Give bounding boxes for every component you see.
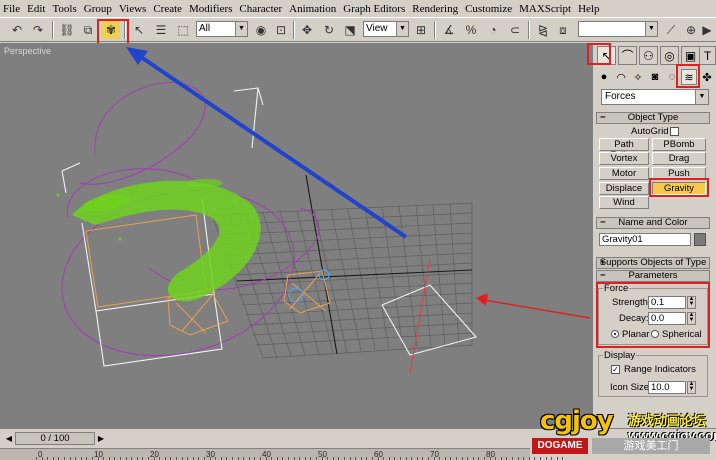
chevron-down-icon: ▼	[235, 22, 247, 36]
menu-tools[interactable]: Tools	[52, 3, 76, 15]
menu-rendering[interactable]: Rendering	[412, 3, 458, 15]
display-tab-icon[interactable]: ▣	[681, 46, 700, 65]
drag-button[interactable]: Drag	[652, 152, 706, 165]
perspective-viewport[interactable]: Perspective	[0, 43, 592, 428]
modify-tab-icon[interactable]: ⌒	[618, 46, 637, 65]
utilities-tab-icon[interactable]: T	[699, 46, 716, 65]
rect-selection-icon[interactable]: ⬚	[174, 21, 192, 39]
redo-icon[interactable]: ↷	[29, 21, 47, 39]
lights-icon[interactable]: ✧	[630, 69, 646, 85]
menu-customize[interactable]: Customize	[465, 3, 512, 15]
range-indicators-label: Range Indicators	[624, 364, 696, 375]
annotation-box-create-tab	[587, 43, 611, 65]
chevron-down-icon: ▼	[695, 90, 708, 104]
align-icon[interactable]: ⧈	[554, 21, 572, 39]
chevron-down-icon: ▼	[396, 22, 408, 36]
wind-button[interactable]: Wind	[599, 196, 649, 209]
window-crossing-icon[interactable]: ⊡	[272, 21, 290, 39]
move-icon[interactable]: ✥	[298, 21, 316, 39]
select-by-name-icon[interactable]: ☰	[152, 21, 170, 39]
pbomb-button[interactable]: PBomb	[652, 138, 706, 151]
material-editor-icon[interactable]: ⊕	[682, 21, 700, 39]
object-name-field[interactable]: Gravity01	[599, 233, 691, 246]
display-group-label: Display	[603, 350, 637, 361]
icon-size-spinner[interactable]: ▲ ▼	[687, 381, 696, 394]
geometry-icon[interactable]: ●	[596, 69, 612, 85]
annotation-box-parameters	[596, 282, 710, 348]
rotate-icon[interactable]: ↻	[320, 21, 338, 39]
annotation-box-bind-tool	[97, 19, 129, 46]
spinner-snap-icon[interactable]: ⊂	[506, 21, 524, 39]
menu-maxscript[interactable]: MAXScript	[519, 3, 571, 15]
percent-snap-icon[interactable]: %	[462, 21, 480, 39]
autogrid-checkbox[interactable]	[670, 127, 679, 136]
name-color-rollout-header[interactable]: − Name and Color	[596, 217, 710, 229]
menu-modifiers[interactable]: Modifiers	[189, 3, 232, 15]
range-indicators-checkbox[interactable]: ✓	[611, 365, 620, 374]
annotation-box-gravity	[649, 178, 709, 197]
cgjoy-logo: cgjoy	[540, 406, 614, 436]
annotation-box-space-warps	[676, 64, 700, 88]
particle-trajectories	[61, 82, 320, 357]
object-type-rollout-header[interactable]: − Object Type	[596, 112, 710, 124]
menu-edit[interactable]: Edit	[27, 3, 45, 15]
annotation-arrow-red	[476, 293, 591, 319]
select-object-icon[interactable]: ↖	[130, 21, 148, 39]
toolbar-separator	[52, 21, 54, 39]
chevron-down-icon: ▼	[645, 22, 657, 36]
watermark-subtitle: 游戏美工门	[592, 438, 710, 454]
toolbar-separator	[434, 21, 436, 39]
parameters-rollout-header[interactable]: − Parameters	[596, 270, 710, 282]
select-and-manipulate-icon[interactable]: ◉	[252, 21, 270, 39]
reference-coordinate-dropdown[interactable]: View ▼	[363, 21, 409, 37]
prev-frame-icon[interactable]: ◀	[4, 432, 14, 445]
menu-graph-editors[interactable]: Graph Editors	[343, 3, 405, 15]
menu-file[interactable]: File	[3, 3, 20, 15]
pivot-point-icon[interactable]: ⊞	[412, 21, 430, 39]
dogame-badge: DOGAME	[532, 438, 588, 454]
path-follow-button[interactable]: Path Follow	[599, 138, 649, 161]
toolbar-separator	[293, 21, 295, 39]
toolbar-separator	[528, 21, 530, 39]
menu-create[interactable]: Create	[153, 3, 182, 15]
menu-animation[interactable]: Animation	[289, 3, 336, 15]
shapes-icon[interactable]: ◠	[613, 69, 629, 85]
selection-filter-dropdown[interactable]: All ▼	[196, 21, 248, 37]
mirror-icon[interactable]: ⧎	[534, 21, 552, 39]
angle-snap-icon[interactable]: ∡	[440, 21, 458, 39]
motor-button[interactable]: Motor	[599, 167, 649, 180]
snap-toggle-icon[interactable]: ◔	[484, 21, 502, 39]
watermark-title: 游戏动画论坛	[628, 413, 707, 428]
menu-help[interactable]: Help	[578, 3, 599, 15]
icon-size-input[interactable]: 10.0	[648, 381, 686, 394]
unlink-icon[interactable]: ⧉	[79, 21, 97, 39]
icon-size-label: Icon Size:	[610, 382, 652, 393]
autogrid-label: AutoGrid	[631, 126, 669, 137]
object-color-swatch[interactable]	[694, 233, 706, 246]
category-dropdown[interactable]: Forces ▼	[601, 89, 709, 105]
scale-icon[interactable]: ⬔	[341, 21, 359, 39]
viewport-scene	[56, 47, 591, 374]
vortex-button[interactable]: Vortex	[599, 152, 649, 165]
menu-views[interactable]: Views	[119, 3, 146, 15]
cameras-icon[interactable]: ◙	[647, 69, 663, 85]
menu-bar: File Edit Tools Group Views Create Modif…	[0, 0, 716, 17]
viewport-label[interactable]: Perspective	[4, 46, 51, 56]
undo-icon[interactable]: ↶	[8, 21, 26, 39]
named-selection-dropdown[interactable]: ▼	[578, 21, 658, 37]
render-icon[interactable]: ▶	[700, 21, 714, 39]
next-frame-icon[interactable]: ▶	[96, 432, 106, 445]
menu-character[interactable]: Character	[239, 3, 282, 15]
menu-group[interactable]: Group	[84, 3, 112, 15]
systems-icon[interactable]: ✤	[699, 69, 715, 85]
link-icon[interactable]: ⛓	[58, 21, 76, 39]
curve-editor-icon[interactable]: ⟋	[662, 21, 680, 39]
frame-ruler[interactable]: 0 10 20 30 40 50 60 70 80	[0, 448, 564, 460]
displace-button[interactable]: Displace	[599, 182, 649, 195]
hierarchy-tab-icon[interactable]: ⚇	[639, 46, 658, 65]
motion-tab-icon[interactable]: ◎	[660, 46, 679, 65]
supports-rollout-header[interactable]: + Supports Objects of Type	[596, 257, 710, 269]
watermark: cgjoy 游戏动画论坛 www.cgjoy.com DOGAME 游戏美工门	[532, 404, 716, 460]
time-slider[interactable]: 0 / 100	[15, 432, 95, 445]
